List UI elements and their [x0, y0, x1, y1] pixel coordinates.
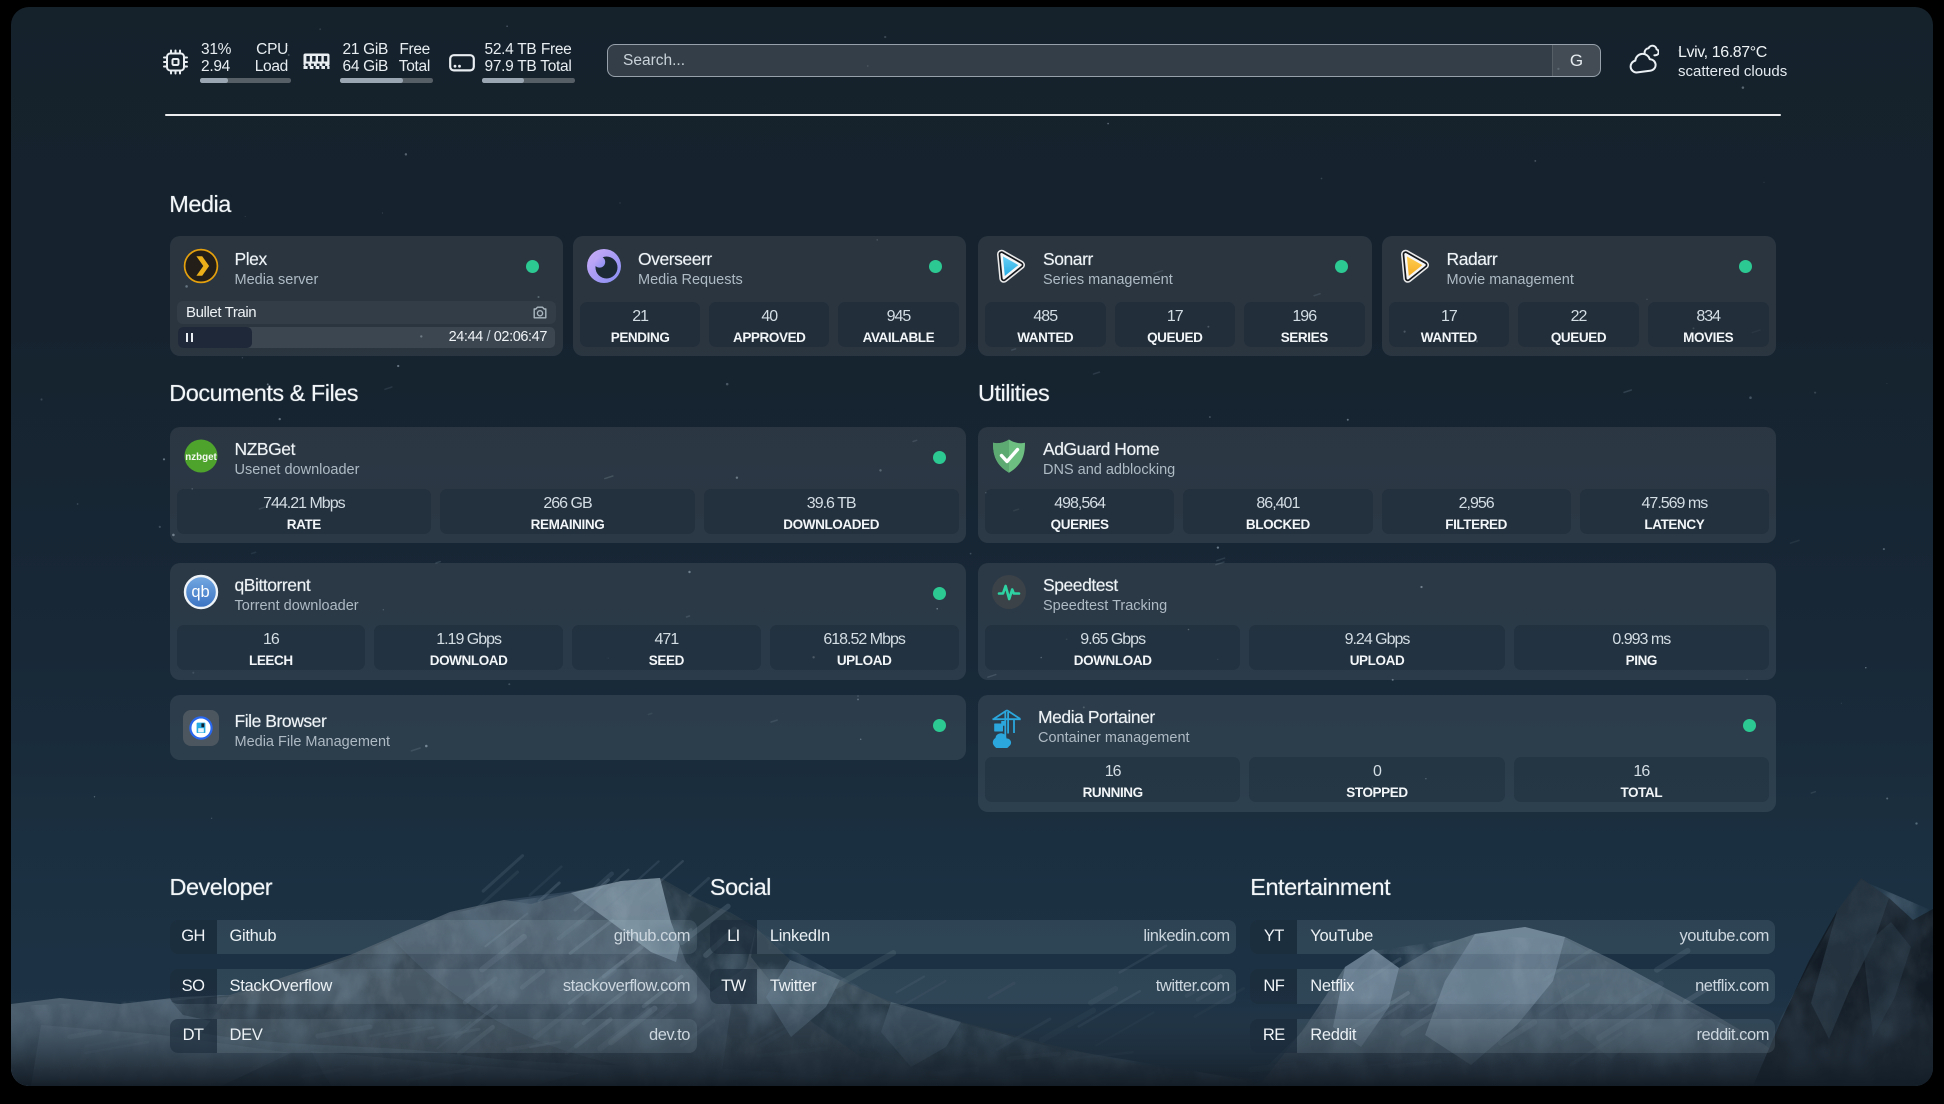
svg-text:qb: qb	[191, 583, 209, 601]
svg-text:nzbget: nzbget	[185, 451, 217, 462]
